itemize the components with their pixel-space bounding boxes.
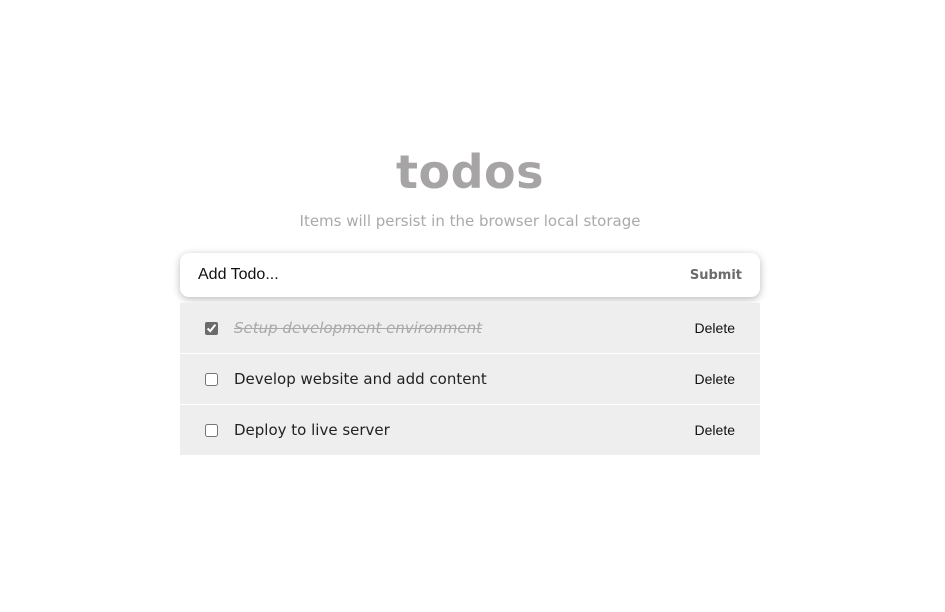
todo-item: Develop website and add content Delete (180, 354, 760, 405)
page-title: todos (395, 145, 544, 199)
todo-checkbox[interactable] (205, 372, 218, 386)
todo-item: Setup development environment Delete (180, 303, 760, 354)
submit-button[interactable]: Submit (680, 253, 760, 297)
todo-list: Setup development environment Delete Dev… (180, 303, 760, 455)
todo-text: Deploy to live server (234, 421, 390, 439)
add-todo-input[interactable] (180, 253, 680, 297)
todo-text: Develop website and add content (234, 370, 487, 388)
delete-button[interactable]: Delete (685, 371, 760, 387)
todo-app: todos Items will persist in the browser … (0, 0, 945, 612)
add-todo-form: Submit (180, 253, 760, 297)
delete-button[interactable]: Delete (685, 320, 760, 336)
todo-checkbox[interactable] (205, 321, 218, 335)
delete-button[interactable]: Delete (685, 422, 760, 438)
page-subtitle: Items will persist in the browser local … (299, 212, 641, 230)
todo-checkbox[interactable] (205, 423, 218, 437)
todo-item: Deploy to live server Delete (180, 405, 760, 455)
todo-text: Setup development environment (234, 319, 483, 337)
